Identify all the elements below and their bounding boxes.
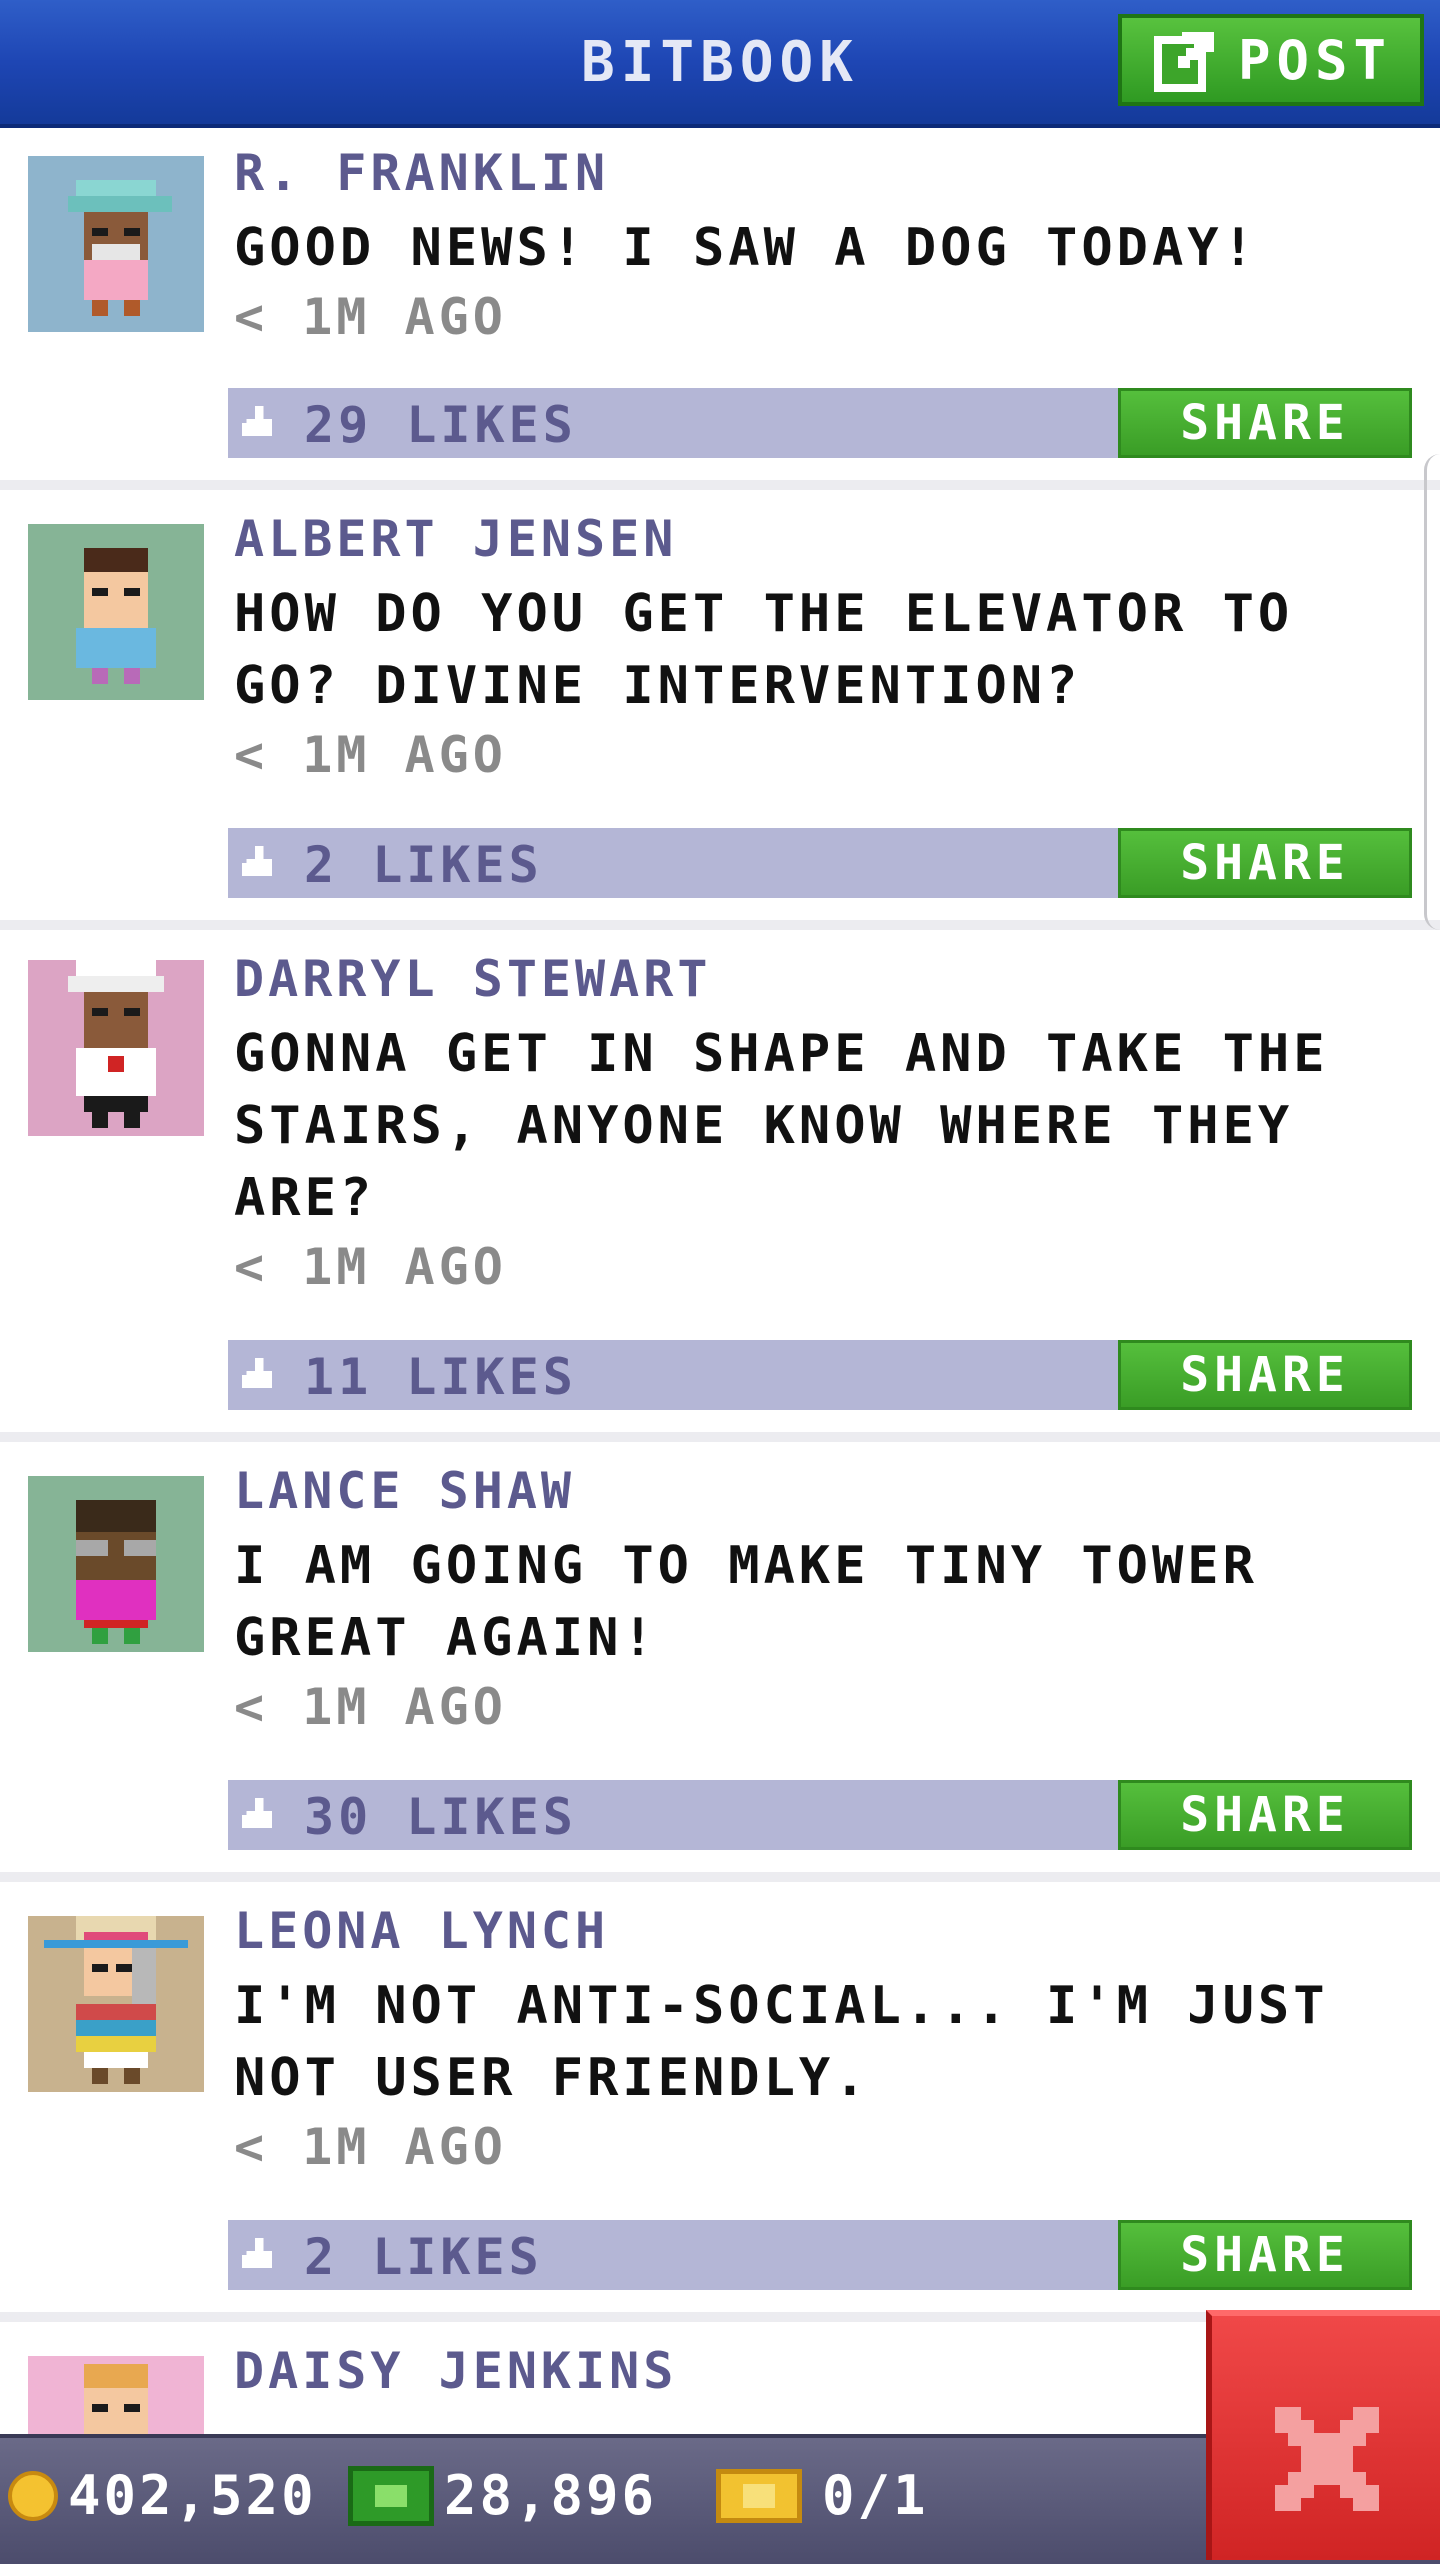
share-button[interactable]: SHARE bbox=[1118, 1340, 1412, 1410]
avatar bbox=[28, 1916, 204, 2092]
bux-icon bbox=[348, 2465, 434, 2526]
compose-icon bbox=[1154, 32, 1214, 92]
post-author[interactable]: LEONA LYNCH bbox=[234, 1902, 609, 1960]
bux-value: 28,896 bbox=[444, 2464, 658, 2527]
post-author[interactable]: R. FRANKLIN bbox=[234, 144, 609, 202]
app-header: BITBOOK POST bbox=[0, 0, 1440, 128]
avatar bbox=[28, 2356, 204, 2434]
coins-value: 402,520 bbox=[68, 2464, 317, 2527]
share-button[interactable]: SHARE bbox=[1118, 1780, 1412, 1850]
avatar bbox=[28, 1476, 204, 1652]
close-icon bbox=[1275, 2407, 1379, 2511]
tickets-value: 0/1 bbox=[822, 2464, 929, 2527]
like-bar[interactable]: 30 LIKES SHARE bbox=[228, 1780, 1412, 1850]
scroll-indicator bbox=[1424, 454, 1440, 930]
share-button[interactable]: SHARE bbox=[1118, 2220, 1412, 2290]
thumbs-up-icon bbox=[242, 846, 272, 876]
post-message: I AM GOING TO MAKE TINY TOWER GREAT AGAI… bbox=[234, 1536, 1258, 1668]
post-author[interactable]: ALBERT JENSEN bbox=[234, 510, 677, 568]
post-message: GONNA GET IN SHAPE AND TAKE THE STAIRS, … bbox=[234, 1024, 1329, 1228]
thumbs-up-icon bbox=[242, 1358, 272, 1388]
like-bar[interactable]: 2 LIKES SHARE bbox=[228, 828, 1412, 898]
feed-post: LEONA LYNCH I'M NOT ANTI-SOCIAL... I'M J… bbox=[0, 1882, 1440, 2322]
like-bar[interactable]: 2 LIKES SHARE bbox=[228, 2220, 1412, 2290]
coin-icon bbox=[8, 2470, 58, 2521]
post-timestamp: < 1M AGO bbox=[234, 1678, 507, 1736]
like-bar[interactable]: 29 LIKES SHARE bbox=[228, 388, 1412, 458]
post-author[interactable]: DARRYL STEWART bbox=[234, 950, 711, 1008]
feed-post: R. FRANKLIN GOOD NEWS! I SAW A DOG TODAY… bbox=[0, 124, 1440, 490]
like-count: 30 LIKES bbox=[304, 1788, 577, 1846]
like-bar[interactable]: 11 LIKES SHARE bbox=[228, 1340, 1412, 1410]
thumbs-up-icon bbox=[242, 2238, 272, 2268]
post-timestamp: < 1M AGO bbox=[234, 288, 507, 346]
avatar bbox=[28, 156, 204, 332]
like-count: 2 LIKES bbox=[304, 2228, 543, 2286]
post-timestamp: < 1M AGO bbox=[234, 1238, 507, 1296]
feed-post: LANCE SHAW I AM GOING TO MAKE TINY TOWER… bbox=[0, 1442, 1440, 1882]
thumbs-up-icon bbox=[242, 406, 272, 436]
post-timestamp: < 1M AGO bbox=[234, 2118, 507, 2176]
post-message: GOOD NEWS! I SAW A DOG TODAY! bbox=[234, 218, 1258, 278]
feed-post: ALBERT JENSEN HOW DO YOU GET THE ELEVATO… bbox=[0, 490, 1440, 930]
post-author[interactable]: DAISY JENKINS bbox=[234, 2342, 677, 2400]
post-button-label: POST bbox=[1238, 28, 1393, 92]
close-button[interactable] bbox=[1206, 2310, 1440, 2560]
share-button[interactable]: SHARE bbox=[1118, 388, 1412, 458]
ticket-icon bbox=[716, 2468, 802, 2523]
post-timestamp: < 1M AGO bbox=[234, 726, 507, 784]
coins-stat: 402,520 bbox=[8, 2464, 317, 2527]
post-author[interactable]: LANCE SHAW bbox=[234, 1462, 575, 1520]
bux-stat[interactable]: 28,896 bbox=[348, 2464, 657, 2527]
share-button[interactable]: SHARE bbox=[1118, 828, 1412, 898]
post-button[interactable]: POST bbox=[1118, 14, 1424, 106]
bitbook-feed[interactable]: R. FRANKLIN GOOD NEWS! I SAW A DOG TODAY… bbox=[0, 124, 1440, 2434]
like-count: 11 LIKES bbox=[304, 1348, 577, 1406]
tickets-stat[interactable]: 0/1 bbox=[716, 2464, 929, 2527]
avatar bbox=[28, 960, 204, 1136]
avatar bbox=[28, 524, 204, 700]
post-message: I'M NOT ANTI-SOCIAL... I'M JUST NOT USER… bbox=[234, 1976, 1329, 2108]
post-message: HOW DO YOU GET THE ELEVATOR TO GO? DIVIN… bbox=[234, 584, 1294, 716]
thumbs-up-icon bbox=[242, 1798, 272, 1828]
like-count: 29 LIKES bbox=[304, 396, 577, 454]
like-count: 2 LIKES bbox=[304, 836, 543, 894]
feed-post: DARRYL STEWART GONNA GET IN SHAPE AND TA… bbox=[0, 930, 1440, 1442]
